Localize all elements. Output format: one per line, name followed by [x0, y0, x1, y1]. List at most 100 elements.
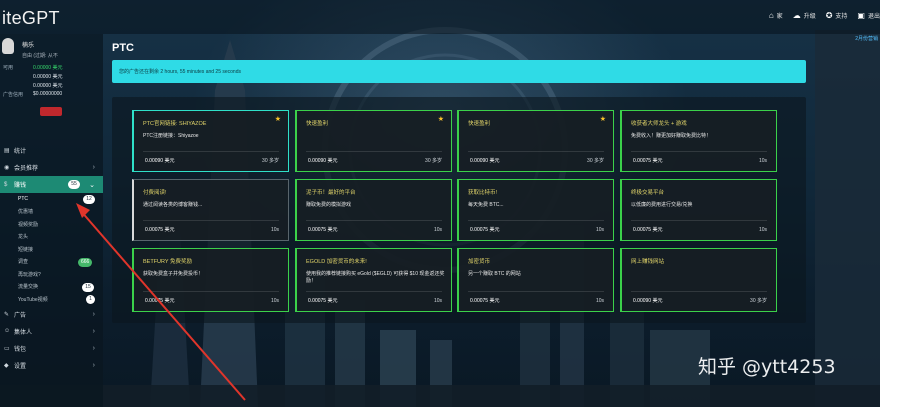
surveys-count-badge: 666	[78, 257, 93, 267]
ptc-ad-card[interactable]: 网上赚钱网站 0.00090 美元 30 多岁	[620, 248, 777, 312]
home-icon: ⌂	[768, 11, 774, 20]
ptc-count-badge: 12	[83, 195, 95, 204]
sidebar-item-stats[interactable]: ▤ 统计	[0, 142, 103, 159]
ad-title: 收获者大师龙头 + 游戏	[631, 121, 687, 127]
countdown-banner: 您的广告还在剩余 2 hours, 55 minutes and 25 seco…	[112, 60, 806, 83]
page-title: PTC	[112, 42, 134, 54]
sidebar-item-collective[interactable]: ☺ 集体人 ›	[0, 323, 103, 340]
sidebar: 楠乐 自由 (过期: 从不 可用 0.00000 美元 0.00000 美元 0…	[0, 34, 103, 407]
divider	[306, 291, 442, 292]
chevron-right-icon: ›	[92, 164, 95, 171]
ad-duration: 10s	[270, 227, 279, 233]
ad-reward: 0.00075 美元	[470, 227, 500, 233]
submenu-item-play-games[interactable]: 再玩游戏?	[0, 268, 103, 281]
ad-title: 付费阅读!	[143, 190, 167, 196]
submenu-label: 龙头	[18, 234, 29, 241]
submenu-item-faucet[interactable]: 龙头	[0, 231, 103, 244]
star-icon: ★	[599, 116, 606, 123]
divider	[631, 151, 767, 152]
withdraw-button[interactable]	[40, 107, 62, 116]
dollar-icon: $	[4, 181, 8, 188]
ad-reward: 0.00075 美元	[145, 298, 175, 304]
membership-status: 自由 (过期: 从不	[22, 53, 58, 59]
support-icon: ✪	[825, 11, 833, 20]
sidebar-item-advertise[interactable]: ✎ 广告 ›	[0, 306, 103, 323]
divider	[306, 220, 442, 221]
ad-title: 快速盈利	[468, 121, 491, 127]
nav-logout-link[interactable]: ▣ 退出	[857, 11, 880, 20]
sidebar-item-label: 钱包	[14, 346, 27, 353]
balance-row: 可用 0.00000 美元	[3, 64, 98, 71]
sidebar-item-settings[interactable]: ◆ 设置 ›	[0, 357, 103, 374]
submenu-item-offerwall[interactable]: 优惠墙	[0, 206, 103, 219]
sidebar-item-referrals[interactable]: ◉ 会员推荐 ›	[0, 159, 103, 176]
sidebar-item-label: 集体人	[14, 329, 33, 336]
cloud-upload-icon: ☁	[792, 11, 801, 20]
ad-reward: 0.00090 美元	[308, 158, 338, 164]
ptc-ad-card[interactable]: BETFURY 免费奖励 获取免费盒子并免费投币！ 0.00075 美元 10s	[132, 248, 289, 312]
ad-duration: 30 多岁	[750, 298, 767, 304]
balance-value: 0.00000 美元	[33, 74, 63, 80]
ad-title: 泥子币！最好的平台	[306, 190, 356, 196]
nav-support-link[interactable]: ✪ 支持	[826, 11, 848, 20]
megaphone-icon: ✎	[4, 311, 10, 318]
ptc-ad-card[interactable]: 付费阅读! 通过阅读各类的博客赚钱... 0.00075 美元 10s	[132, 179, 289, 241]
app-logo[interactable]: iteGPT	[2, 8, 60, 29]
submenu-item-surveys[interactable]: 调查 666	[0, 256, 103, 269]
nav-home-link[interactable]: ⌂ 家	[769, 11, 783, 20]
top-nav-menu: ⌂ 家 ☁ 升级 ✪ 支持 ▣ 退出	[769, 11, 880, 20]
ad-duration: 10s	[270, 298, 279, 304]
ad-duration: 10s	[758, 227, 767, 233]
ad-duration: 30 多岁	[587, 158, 604, 164]
logout-icon: ▣	[857, 11, 865, 20]
sidebar-item-label: 会员推荐	[14, 166, 39, 172]
sidebar-item-wallet[interactable]: ▭ 钱包 ›	[0, 340, 103, 357]
ad-title: 终极交易平台	[631, 190, 665, 196]
ptc-ad-card[interactable]: 泥子币！最好的平台 赚取免费的模拟游戏 0.00075 美元 10s	[295, 179, 452, 241]
app-window: iteGPT ⌂ 家 ☁ 升级 ✪ 支持 ▣ 退出 2月份营销 楠乐 自由 (过…	[0, 0, 880, 407]
ptc-ad-card[interactable]: 收获者大师龙头 + 游戏 免费收入！赚更加好赚取免费比特！ 0.00075 美元…	[620, 110, 777, 172]
ad-title: EGOLD 加密货币的未来!	[306, 259, 367, 265]
submenu-label: 再玩游戏?	[18, 271, 41, 278]
submenu-item-ptc[interactable]: PTC 12	[0, 193, 103, 206]
divider	[306, 151, 442, 152]
divider	[143, 291, 279, 292]
earn-count-badge: 55	[68, 180, 80, 189]
ptc-ad-card[interactable]: 终极交易平台 以低廉的费用进行交易/兑换 0.00075 美元 10s	[620, 179, 777, 241]
ad-description: 通过阅读各类的博客赚钱...	[143, 202, 203, 208]
ptc-ads-grid: ★ PTC官网链接: SHIYAZOE PTC注册链接：Shiyazoe 0.0…	[112, 97, 806, 323]
sidebar-item-earn[interactable]: $ 赚钱 55 ⌄	[0, 176, 103, 193]
divider	[468, 220, 604, 221]
ptc-ad-card[interactable]: 获取比特币! 每天免费 BTC... 0.00075 美元 10s	[457, 179, 614, 241]
submenu-item-shortlinks[interactable]: 短链接	[0, 243, 103, 256]
ad-reward: 0.00090 美元	[470, 158, 500, 164]
divider	[631, 291, 767, 292]
submenu-item-video-rewards[interactable]: 视频奖励	[0, 218, 103, 231]
ptc-ad-card[interactable]: EGOLD 加密货币的未来! 使用我的推荐链接购买 eGold ($EGLD) …	[295, 248, 452, 312]
ptc-ad-card[interactable]: 加密货币 另一个赚取 BTC 的网站 0.00075 美元 10s	[457, 248, 614, 312]
balance-row: 0.00000 美元	[3, 82, 98, 89]
users-icon: ◉	[4, 165, 10, 171]
ad-title: 网上赚钱网站	[631, 259, 665, 265]
ad-duration: 10s	[433, 227, 442, 233]
ad-duration: 10s	[758, 158, 767, 164]
ad-description: 以低廉的费用进行交易/兑换	[631, 202, 693, 208]
ptc-ad-card[interactable]: ★ PTC官网链接: SHIYAZOE PTC注册链接：Shiyazoe 0.0…	[132, 110, 289, 172]
submenu-label: 流量交换	[18, 284, 39, 291]
ad-title: BETFURY 免费奖励	[143, 259, 192, 265]
ptc-ad-card[interactable]: ★ 快速盈利 0.00090 美元 30 多岁	[295, 110, 452, 172]
ad-reward: 0.00075 美元	[308, 227, 338, 233]
avatar[interactable]	[2, 38, 14, 54]
divider	[468, 291, 604, 292]
ad-reward: 0.00075 美元	[308, 298, 338, 304]
chevron-down-icon: ⌄	[89, 181, 95, 189]
promo-corner-link[interactable]: 2月份营销	[855, 35, 878, 42]
ptc-ad-card[interactable]: ★ 快速盈利 0.00090 美元 30 多岁	[457, 110, 614, 172]
ad-title: 获取比特币!	[468, 190, 498, 196]
submenu-item-traffic-exchange[interactable]: 流量交换 15	[0, 281, 103, 294]
ad-duration: 10s	[595, 298, 604, 304]
ad-description: 另一个赚取 BTC 的网站	[468, 271, 521, 277]
nav-upgrade-link[interactable]: ☁ 升级	[793, 11, 816, 20]
ad-title: 快速盈利	[306, 121, 329, 127]
submenu-item-youtube[interactable]: YouTube视频 1	[0, 293, 103, 306]
